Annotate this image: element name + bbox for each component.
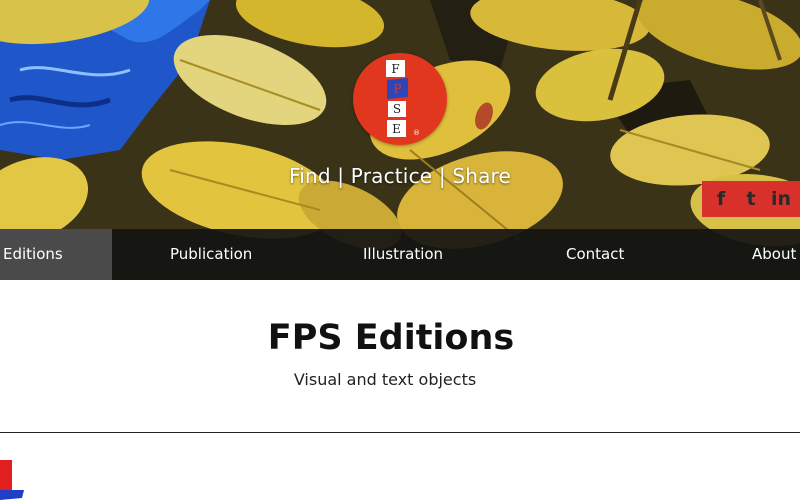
page-subtitle: Visual and text objects: [293, 370, 477, 389]
logo-letter-s: S: [388, 101, 406, 117]
linkedin-icon[interactable]: in: [767, 188, 795, 210]
social-links: f t in: [702, 181, 800, 217]
twitter-icon[interactable]: t: [737, 188, 765, 210]
facebook-icon[interactable]: f: [707, 188, 735, 210]
section-divider: [0, 432, 800, 433]
logo-letter-f: F: [386, 60, 405, 77]
nav-item-editions[interactable]: Editions: [0, 229, 112, 280]
logo-letter-p: P: [387, 77, 408, 100]
main-navigation: Editions Publication Illustration Contac…: [0, 229, 800, 280]
registered-mark: ®: [413, 129, 420, 137]
nav-item-illustration[interactable]: Illustration: [363, 229, 443, 280]
nav-item-about-us[interactable]: About U: [752, 229, 800, 280]
fpse-logo[interactable]: F P S E ®: [353, 53, 447, 145]
partial-logo-graphic: [0, 460, 24, 500]
hero-banner: F P S E ® Find | Practice | Share f t in…: [0, 0, 800, 280]
site-tagline: Find | Practice | Share: [288, 164, 512, 188]
nav-item-contact[interactable]: Contact: [566, 229, 624, 280]
nav-item-publication[interactable]: Publication: [170, 229, 252, 280]
logo-letter-e: E: [387, 120, 406, 137]
page-title: FPS Editions: [267, 318, 515, 358]
